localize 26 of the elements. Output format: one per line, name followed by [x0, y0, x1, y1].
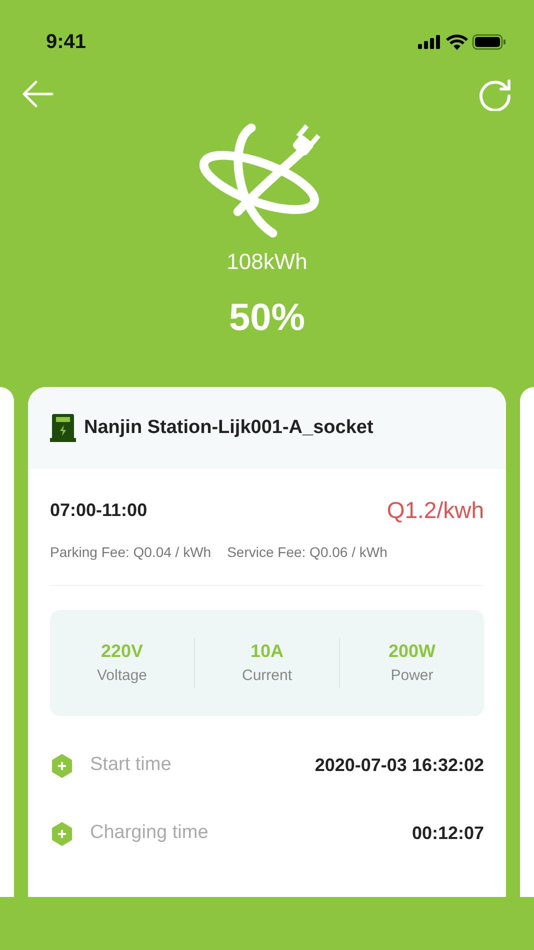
- metric-value: 200W: [388, 640, 436, 663]
- hexagon-plus-icon: [50, 820, 74, 846]
- back-arrow-icon[interactable]: [22, 80, 54, 108]
- price: Q1.2/kwh: [386, 496, 484, 525]
- metric-label: Power: [390, 666, 434, 686]
- time-range: 07:00-11:00: [50, 498, 148, 522]
- detail-value: 2020-07-03 16:32:02: [314, 754, 484, 777]
- charge-percent: 50%: [228, 296, 306, 341]
- fee-text: Service Fee: Q0.06 / kWh: [227, 542, 388, 562]
- wifi-icon: [446, 34, 468, 50]
- metric-label: Voltage: [96, 666, 148, 686]
- metric-label: Current: [242, 666, 292, 686]
- status-time: 9:41: [46, 30, 86, 55]
- detail-label: Start time: [90, 753, 172, 778]
- energy-amount: 108kWh: [226, 248, 308, 276]
- detail-value: 00:12:07: [412, 822, 484, 845]
- battery-icon: [472, 34, 506, 50]
- metric-value: 10A: [250, 640, 284, 663]
- refresh-icon[interactable]: [478, 77, 512, 111]
- charging-station-icon: [50, 414, 76, 442]
- metric-value: 220V: [100, 640, 144, 663]
- hexagon-plus-icon: [50, 752, 74, 778]
- station-name: Nanjin Station-Lijk001-A_socket: [84, 416, 374, 440]
- signal-icon: [418, 35, 442, 49]
- detail-label: Charging time: [90, 821, 208, 846]
- fee-text: Parking Fee: Q0.04 / kWh: [50, 542, 212, 562]
